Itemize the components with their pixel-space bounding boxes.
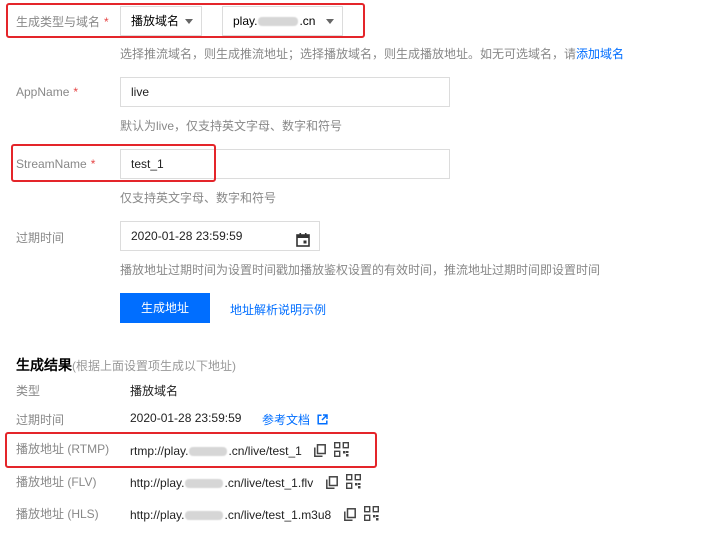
stream-name-label-text: StreamName xyxy=(16,157,87,171)
expire-date-input[interactable]: 2020-01-28 23:59:59 xyxy=(120,221,320,251)
required-mark: * xyxy=(104,15,109,29)
result-expire-value: 2020-01-28 23:59:59 xyxy=(130,411,242,425)
hls-address-value: http://play. .cn/live/test_1.m3u8 xyxy=(130,508,331,522)
result-heading: 生成结果(根据上面设置项生成以下地址) xyxy=(16,355,236,375)
domain-suffix: .cn xyxy=(299,14,316,28)
result-type-value: 播放域名 xyxy=(130,384,179,398)
result-expire-label: 过期时间 xyxy=(16,413,65,427)
gen-type-label-text: 生成类型与域名 xyxy=(16,15,101,29)
redacted-domain xyxy=(185,479,224,489)
qrcode-icon[interactable] xyxy=(345,473,362,492)
flv-address-value: http://play. .cn/live/test_1.flv xyxy=(130,476,313,490)
rtmp-address-prefix: rtmp://play. xyxy=(130,444,189,458)
copy-icon[interactable] xyxy=(326,476,338,492)
hls-address-suffix: .cn/live/test_1.m3u8 xyxy=(224,508,332,522)
reference-doc-link-text: 参考文档 xyxy=(262,413,311,427)
gen-type-hint: 选择推流域名，则生成推流地址；选择播放域名，则生成播放地址。如无可选域名，请添加… xyxy=(120,45,624,62)
result-type-label: 类型 xyxy=(16,384,41,398)
gen-type-hint-text: 选择推流域名，则生成推流地址；选择播放域名，则生成播放地址。如无可选域名，请 xyxy=(120,47,577,61)
rtmp-address-suffix: .cn/live/test_1 xyxy=(228,444,302,458)
stream-name-label: StreamName * xyxy=(16,157,95,171)
result-title: 生成结果 xyxy=(16,357,72,373)
generate-address-button[interactable]: 生成地址 xyxy=(120,293,210,323)
app-name-hint: 默认为live，仅支持英文字母、数字和符号 xyxy=(120,119,343,133)
chevron-down-icon xyxy=(185,19,193,24)
app-name-label-text: AppName xyxy=(16,85,70,99)
address-doc-link[interactable]: 地址解析说明示例 xyxy=(230,301,326,318)
required-mark: * xyxy=(90,157,96,171)
redacted-domain xyxy=(258,17,299,27)
required-mark: * xyxy=(73,85,79,99)
flv-address-prefix: http://play. xyxy=(130,476,185,490)
result-subtitle: (根据上面设置项生成以下地址) xyxy=(72,359,236,373)
gen-type-label: 生成类型与域名 * xyxy=(16,13,109,30)
hls-address-label: 播放地址 (HLS) xyxy=(16,507,99,521)
app-name-input[interactable]: live xyxy=(120,77,450,107)
copy-icon[interactable] xyxy=(314,444,326,460)
qrcode-icon[interactable] xyxy=(363,505,380,524)
domain-select[interactable]: play. .cn xyxy=(222,6,343,36)
stream-name-hint: 仅支持英文字母、数字和符号 xyxy=(120,191,277,205)
chevron-down-icon xyxy=(326,19,334,24)
expire-date-value: 2020-01-28 23:59:59 xyxy=(131,229,243,243)
copy-icon[interactable] xyxy=(344,508,356,524)
add-domain-link[interactable]: 添加域名 xyxy=(576,47,624,61)
redacted-domain xyxy=(189,447,228,457)
rtmp-address-value: rtmp://play. .cn/live/test_1 xyxy=(130,444,302,458)
app-name-value: live xyxy=(131,85,150,99)
flv-address-suffix: .cn/live/test_1.flv xyxy=(224,476,314,490)
qrcode-icon[interactable] xyxy=(333,441,350,460)
redacted-domain xyxy=(185,511,224,521)
domain-prefix: play. xyxy=(233,14,258,28)
reference-doc-link[interactable]: 参考文档 xyxy=(262,411,329,428)
stream-name-value: test_1 xyxy=(131,157,164,171)
gen-type-select-value: 播放域名 xyxy=(131,14,180,28)
stream-name-input[interactable]: test_1 xyxy=(120,149,450,179)
flv-address-label: 播放地址 (FLV) xyxy=(16,475,97,489)
expire-label: 过期时间 xyxy=(16,231,65,245)
external-link-icon xyxy=(317,414,329,428)
gen-type-select[interactable]: 播放域名 xyxy=(120,6,202,36)
rtmp-address-label: 播放地址 (RTMP) xyxy=(16,442,110,456)
hls-address-prefix: http://play. xyxy=(130,508,185,522)
expire-hint: 播放地址过期时间为设置时间戳加播放鉴权设置的有效时间，推流地址过期时间即设置时间 xyxy=(120,263,601,277)
calendar-icon[interactable] xyxy=(296,229,310,257)
app-name-label: AppName * xyxy=(16,85,78,99)
